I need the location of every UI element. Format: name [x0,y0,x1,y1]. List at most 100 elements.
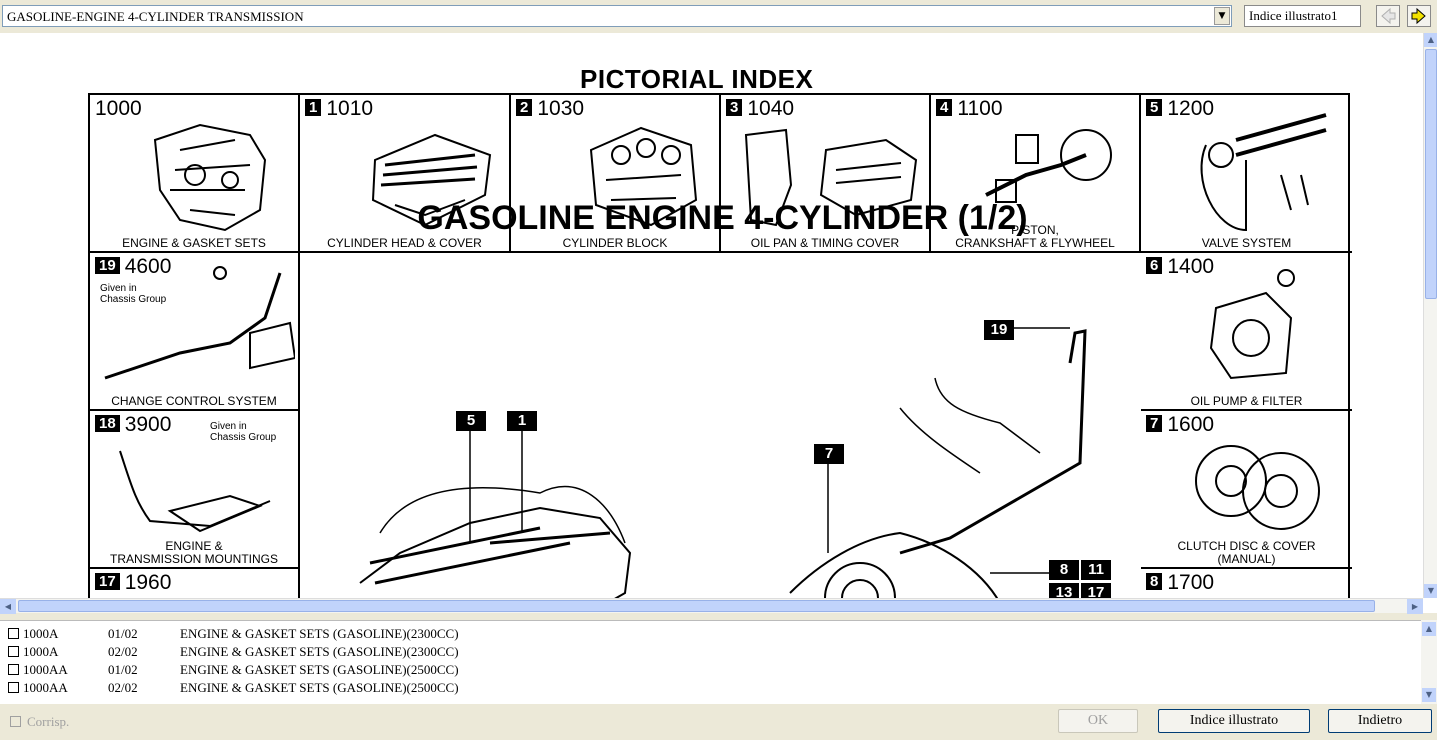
cell-label: OIL PUMP & FILTER [1190,394,1303,408]
index-cell-4600[interactable]: 19 4600 Given in Chassis Group CHANGE CON… [90,253,300,411]
section-dropdown[interactable]: GASOLINE-ENGINE 4-CYLINDER TRANSMISSION … [2,5,1232,27]
cell-number-badge: 17 [95,573,120,590]
index-dropdown[interactable]: Indice illustrato1 [1244,5,1361,27]
row-description: ENGINE & GASKET SETS (GASOLINE)(2300CC) [180,626,459,641]
cell-label: CYLINDER BLOCK [562,236,668,250]
scroll-right-icon[interactable]: ▶ [1407,599,1423,614]
row-page: 01/02 [108,662,138,677]
cell-label: ENGINE & GASKET SETS [122,236,266,250]
cell-number-badge: 4 [936,99,953,116]
arrow-left-icon [1381,7,1396,25]
cell-number-badge: 3 [726,99,743,116]
forward-arrow-button[interactable] [1407,5,1431,27]
cell-number-badge: 6 [1146,257,1163,274]
checkbox-icon [10,716,21,727]
section-dropdown-value: GASOLINE-ENGINE 4-CYLINDER TRANSMISSION [7,9,304,24]
cell-code: 1030 [537,97,585,120]
cell-label-line: CRANKSHAFT & FLYWHEEL [955,236,1115,250]
change-control-illustration [104,266,295,380]
back-arrow-button[interactable] [1376,5,1400,27]
row-description: ENGINE & GASKET SETS (GASOLINE)(2300CC) [180,644,459,659]
arrow-right-icon [1411,7,1426,25]
back-button[interactable]: Indietro [1328,709,1432,733]
engine-mounting-illustration [119,450,271,533]
cell-number-badge: 5 [1146,99,1163,116]
cell-code: 1600 [1167,413,1215,436]
row-page: 02/02 [108,644,138,659]
cell-number-badge: 2 [516,99,533,116]
cell-number-badge: 1 [305,99,322,116]
callout-badge: 1 [507,411,537,431]
cell-number-badge: 18 [95,415,120,432]
pictorial-index-title: PICTORIAL INDEX [580,64,814,94]
row-code: 1000A [23,644,59,659]
callout-badge: 19 [984,320,1014,340]
engine-assembly-illustration [359,327,1087,613]
center-title: GASOLINE ENGINE 4-CYLINDER (1/2) [417,199,1028,237]
corrisp-label: Corrisp. [27,714,70,729]
parts-list: 1000A 01/02 ENGINE & GASKET SETS (GASOLI… [0,620,1437,704]
cell-label: CYLINDER HEAD & COVER [327,236,482,250]
scroll-down-icon[interactable]: ▼ [1422,688,1436,702]
clutch-disc-illustration [1195,445,1320,530]
cell-label-line: (MANUAL) [1217,552,1276,566]
cell-label: CHANGE CONTROL SYSTEM [111,394,277,408]
index-cell-1200[interactable]: 5 1200 VALVE SYSTEM [1141,95,1352,253]
engine-gasket-illustration [153,123,267,232]
cell-label: VALVE SYSTEM [1201,236,1292,250]
row-page: 02/02 [108,680,138,695]
cell-code: 1040 [747,97,795,120]
callout-badge: 8 [1049,560,1079,580]
row-checkbox[interactable] [8,664,19,675]
index-cell-1400[interactable]: 6 1400 OIL PUMP & FILTER [1141,253,1352,411]
index-cell-1000[interactable]: 1000 ENGINE & GASKET SETS [90,95,300,253]
list-vertical-scrollbar[interactable]: ▲ ▼ [1421,620,1437,704]
viewer-vertical-scrollbar[interactable]: ▲ ▼ [1423,33,1437,598]
callout-badge: 11 [1081,560,1111,580]
cell-number-badge: 8 [1146,573,1163,590]
callout-badge: 7 [814,444,844,464]
cell-code: 1100 [957,97,1003,120]
cell-code: 1960 [124,571,172,594]
row-checkbox[interactable] [8,628,19,639]
cell-code: 3900 [124,413,172,436]
oil-pump-illustration [1209,269,1295,380]
cell-note: Given in Chassis Group [210,421,277,443]
cell-label-line: ENGINE & [165,539,223,553]
scroll-thumb[interactable] [1425,49,1437,299]
row-code: 1000A [23,626,59,641]
cell-code: 1000 [95,97,142,120]
cell-label-line: CLUTCH DISC & COVER [1177,539,1316,553]
cell-label: CLUTCH DISC & COVER (MANUAL) [1141,540,1352,566]
row-code: 1000AA [23,662,68,677]
scroll-up-icon[interactable]: ▲ [1424,33,1437,47]
scroll-down-icon[interactable]: ▼ [1424,584,1437,598]
cell-code: 1700 [1167,571,1215,594]
index-cell-3900[interactable]: 18 3900 Given in Chassis Group ENGINE & TR… [90,411,300,569]
cell-number-badge: 7 [1146,415,1163,432]
row-page: 01/02 [108,626,138,641]
row-code: 1000AA [23,680,68,695]
row-checkbox[interactable] [8,646,19,657]
pictorial-index-viewer[interactable]: PICTORIAL INDEX 1000 ENGINE & GASKET SET… [0,33,1437,613]
scroll-up-icon[interactable]: ▲ [1422,622,1436,636]
cell-label: ENGINE & TRANSMISSION MOUNTINGS [90,540,298,566]
row-description: ENGINE & GASKET SETS (GASOLINE)(2500CC) [180,662,459,677]
row-description: ENGINE & GASKET SETS (GASOLINE)(2500CC) [180,680,459,695]
index-cell-1600[interactable]: 7 1600 CLUTCH DISC & COVER (MANUAL) [1141,411,1352,569]
viewer-horizontal-scrollbar[interactable]: ◀ ▶ [0,598,1423,614]
corrisp-checkbox[interactable]: Corrisp. [10,714,69,730]
bottom-bar: Corrisp. OK Indice illustrato Indietro [0,704,1437,740]
scroll-thumb[interactable] [18,600,1375,612]
valve-system-illustration [1200,113,1327,232]
scroll-left-icon[interactable]: ◀ [0,599,16,614]
callout-badge: 5 [456,411,486,431]
cell-label-line: TRANSMISSION MOUNTINGS [109,552,278,566]
row-checkbox[interactable] [8,682,19,693]
chevron-down-icon[interactable]: ▼ [1214,7,1230,25]
cell-label: OIL PAN & TIMING COVER [750,236,900,250]
illustrated-index-button[interactable]: Indice illustrato [1158,709,1310,733]
top-toolbar: GASOLINE-ENGINE 4-CYLINDER TRANSMISSION … [0,0,1437,33]
ok-button[interactable]: OK [1058,709,1138,733]
cell-code: 1010 [326,97,374,120]
